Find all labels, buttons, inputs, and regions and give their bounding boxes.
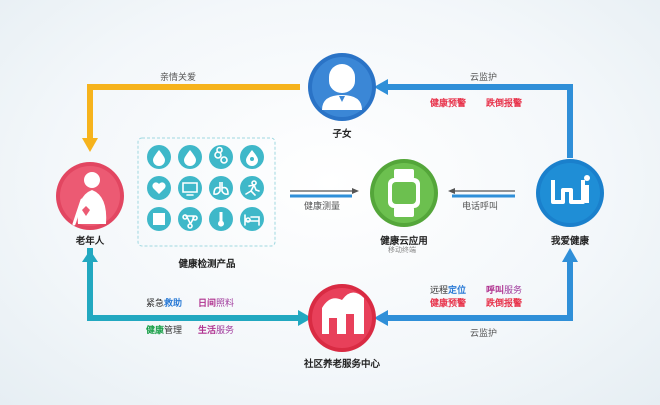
scale-icon bbox=[147, 207, 171, 231]
molecule-icon bbox=[178, 207, 202, 231]
yellow-connector bbox=[82, 84, 300, 152]
label-phone-call: 电话呼叫 bbox=[462, 202, 499, 212]
runner-icon bbox=[240, 176, 264, 200]
blue-connector-top bbox=[374, 79, 573, 158]
title-products: 健康检测产品 bbox=[178, 259, 236, 270]
label-health-measure: 健康测量 bbox=[304, 202, 341, 212]
product-icon-grid bbox=[147, 145, 264, 231]
blood-drop-icon bbox=[240, 145, 264, 169]
water-drop-icon bbox=[147, 145, 171, 169]
subtitle-app: 移动终端 bbox=[388, 246, 416, 254]
title-elder: 老年人 bbox=[75, 236, 105, 247]
monitor-icon bbox=[178, 176, 202, 200]
community-node[interactable] bbox=[308, 284, 376, 352]
blue-connector-bottom bbox=[374, 248, 578, 326]
title-children: 子女 bbox=[332, 129, 352, 140]
tag-health-warning-top: 健康预警 bbox=[430, 99, 467, 109]
thermometer-icon bbox=[209, 207, 233, 231]
tag-call-service: 呼叫服务 bbox=[486, 286, 523, 296]
label-family-care: 亲情关爱 bbox=[160, 73, 197, 83]
label-cloud-monitor-bottom: 云监护 bbox=[470, 329, 498, 339]
bed-icon bbox=[240, 207, 264, 231]
tag-health-warning-bottom: 健康预警 bbox=[430, 299, 467, 309]
tag-health-management: 健康管理 bbox=[146, 326, 183, 336]
arrow-me-to-app bbox=[448, 188, 515, 198]
me-node[interactable] bbox=[536, 159, 604, 227]
label-cloud-monitor-top: 云监护 bbox=[470, 73, 498, 83]
arrow-products-to-app bbox=[290, 188, 359, 198]
title-community: 社区养老服务中心 bbox=[303, 359, 380, 370]
title-me: 我爱健康 bbox=[550, 236, 589, 247]
lungs-icon bbox=[209, 176, 233, 200]
tag-emergency-rescue: 紧急救助 bbox=[146, 299, 183, 309]
tag-fall-alarm-bottom: 跌倒报警 bbox=[486, 299, 523, 309]
tag-remote-location: 远程定位 bbox=[430, 286, 467, 296]
water-drop-icon bbox=[178, 145, 202, 169]
children-node[interactable] bbox=[308, 53, 376, 121]
blood-cells-icon bbox=[209, 145, 233, 169]
tag-life-service: 生活服务 bbox=[198, 326, 235, 336]
heart-rate-icon bbox=[147, 176, 171, 200]
tag-day-care: 日间照料 bbox=[198, 299, 235, 309]
elder-node[interactable] bbox=[56, 162, 124, 230]
app-node[interactable] bbox=[370, 159, 438, 227]
tag-fall-alarm-top: 跌倒报警 bbox=[486, 99, 523, 109]
